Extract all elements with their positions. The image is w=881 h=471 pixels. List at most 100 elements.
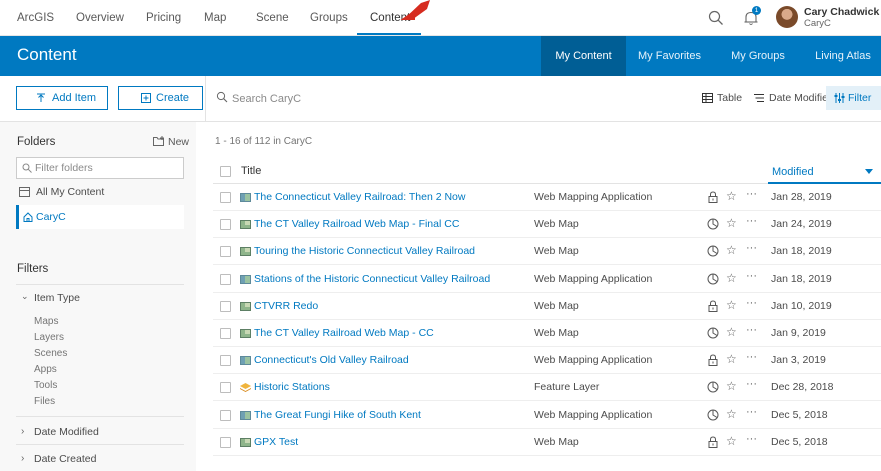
more-options-icon[interactable]: ···: [746, 433, 757, 445]
search-input[interactable]: [232, 90, 532, 108]
item-type-apps[interactable]: Apps: [34, 364, 57, 375]
table-row[interactable]: CTVRR Redo Web Map ☆ ··· Jan 10, 2019: [213, 293, 881, 320]
search-icon: [22, 163, 32, 173]
favorite-star-icon[interactable]: ☆: [726, 434, 737, 448]
favorite-star-icon[interactable]: ☆: [726, 216, 737, 230]
item-title[interactable]: The CT Valley Railroad Web Map - Final C…: [254, 218, 459, 230]
item-type-maps[interactable]: Maps: [34, 316, 58, 327]
user-id: CaryC: [804, 18, 831, 29]
item-type-layers[interactable]: Layers: [34, 332, 64, 343]
favorite-star-icon[interactable]: ☆: [726, 407, 737, 421]
tab-my-content[interactable]: My Content: [541, 36, 626, 76]
item-title[interactable]: Touring the Historic Connecticut Valley …: [254, 245, 475, 257]
favorite-star-icon[interactable]: ☆: [726, 352, 737, 366]
nav-overview[interactable]: Overview: [76, 12, 124, 24]
nav-arcgis[interactable]: ArcGIS: [17, 12, 54, 24]
tab-my-favorites[interactable]: My Favorites: [629, 36, 710, 76]
create-plus-icon: [141, 93, 151, 103]
table-row[interactable]: The CT Valley Railroad Web Map - CC Web M…: [213, 320, 881, 347]
row-checkbox[interactable]: [220, 328, 231, 339]
shared-icon: [707, 245, 719, 257]
more-options-icon[interactable]: ···: [746, 215, 757, 227]
web-app-icon: [240, 410, 251, 420]
item-type-files[interactable]: Files: [34, 396, 55, 407]
folder-caryc[interactable]: CaryC: [16, 205, 184, 229]
more-options-icon[interactable]: ···: [746, 351, 757, 363]
more-options-icon[interactable]: ···: [746, 242, 757, 254]
item-type-scenes[interactable]: Scenes: [34, 348, 67, 359]
more-options-icon[interactable]: ···: [746, 270, 757, 282]
table-row[interactable]: GPX Test Web Map ☆ ··· Dec 5, 2018: [213, 429, 881, 456]
nav-map[interactable]: Map: [204, 12, 226, 24]
item-type: Web Map: [534, 327, 579, 339]
row-checkbox[interactable]: [220, 382, 231, 394]
table-row[interactable]: Connecticut's Old Valley Railroad Web Map…: [213, 347, 881, 375]
new-folder-label: New: [168, 136, 190, 148]
row-checkbox[interactable]: [220, 355, 231, 367]
avatar[interactable]: [776, 6, 798, 28]
create-label: Create: [156, 92, 190, 104]
item-type-heading: Item Type: [34, 292, 80, 304]
folders-heading: Folders: [17, 136, 56, 148]
more-options-icon[interactable]: ···: [746, 188, 757, 200]
item-title[interactable]: Connecticut's Old Valley Railroad: [254, 354, 409, 366]
nav-groups[interactable]: Groups: [310, 12, 348, 24]
more-options-icon[interactable]: ···: [746, 406, 757, 418]
item-title[interactable]: The CT Valley Railroad Web Map - CC: [254, 327, 434, 339]
table-row[interactable]: Stations of the Historic Connecticut Val…: [213, 266, 881, 293]
new-folder-icon: [153, 136, 164, 146]
row-checkbox[interactable]: [220, 409, 231, 421]
nav-scene[interactable]: Scene: [256, 12, 289, 24]
item-type-tools[interactable]: Tools: [34, 380, 57, 391]
add-item-button[interactable]: Add Item: [16, 86, 108, 110]
user-name[interactable]: Cary Chadwick: [804, 6, 879, 18]
item-title[interactable]: CTVRR Redo: [254, 300, 318, 312]
tab-my-groups[interactable]: My Groups: [722, 36, 794, 76]
date-modified-label: Date Modified: [34, 426, 99, 438]
table-row[interactable]: The Great Fungi Hike of South Kent Web Ma…: [213, 402, 881, 429]
table-row[interactable]: The Connecticut Valley Railroad: Then 2 …: [213, 184, 881, 211]
create-button[interactable]: Create: [118, 86, 203, 110]
row-checkbox[interactable]: [220, 246, 231, 258]
nav-pricing[interactable]: Pricing: [146, 12, 181, 24]
table-row[interactable]: Historic Stations Feature Layer ☆ ··· Dec 28…: [213, 374, 881, 402]
filter-folders-box: [16, 157, 184, 179]
table-row[interactable]: The CT Valley Railroad Web Map - Final C…: [213, 211, 881, 239]
column-title[interactable]: Title: [241, 165, 261, 177]
more-options-icon[interactable]: ···: [746, 324, 757, 336]
favorite-star-icon[interactable]: ☆: [726, 379, 737, 393]
row-checkbox[interactable]: [220, 273, 231, 285]
folder-all-my-content[interactable]: All My Content: [16, 181, 184, 203]
date-created-label: Date Created: [34, 453, 97, 465]
row-checkbox[interactable]: [220, 219, 231, 231]
tab-living-atlas[interactable]: Living Atlas: [805, 36, 881, 76]
item-title[interactable]: GPX Test: [254, 436, 298, 448]
item-title[interactable]: Historic Stations: [254, 381, 330, 393]
favorite-star-icon[interactable]: ☆: [726, 189, 737, 203]
item-title[interactable]: The Great Fungi Hike of South Kent: [254, 409, 421, 421]
filter-folders-input[interactable]: [35, 161, 175, 175]
row-checkbox[interactable]: [220, 300, 231, 312]
divider: [16, 416, 184, 417]
more-options-icon[interactable]: ···: [746, 297, 757, 309]
item-title[interactable]: The Connecticut Valley Railroad: Then 2 …: [254, 191, 465, 203]
favorite-star-icon[interactable]: ☆: [726, 325, 737, 339]
sort-label: Date Modified: [769, 92, 834, 104]
select-all-checkbox[interactable]: [220, 166, 231, 177]
item-modified-date: Jan 24, 2019: [771, 218, 832, 231]
more-options-icon[interactable]: ···: [746, 378, 757, 390]
row-checkbox[interactable]: [220, 436, 231, 448]
filter-sliders-icon: [834, 93, 845, 103]
favorite-star-icon[interactable]: ☆: [726, 298, 737, 312]
filter-button[interactable]: Filter: [826, 86, 881, 110]
web-map-icon: [240, 301, 251, 311]
item-type: Web Mapping Application: [534, 408, 653, 421]
item-type: Web Map: [534, 435, 579, 448]
table-row[interactable]: Touring the Historic Connecticut Valley …: [213, 238, 881, 266]
favorite-star-icon[interactable]: ☆: [726, 243, 737, 257]
favorite-star-icon[interactable]: ☆: [726, 271, 737, 285]
item-title[interactable]: Stations of the Historic Connecticut Val…: [254, 273, 490, 285]
row-checkbox[interactable]: [220, 192, 231, 203]
column-modified[interactable]: Modified: [768, 162, 881, 184]
search-icon[interactable]: [707, 9, 725, 27]
